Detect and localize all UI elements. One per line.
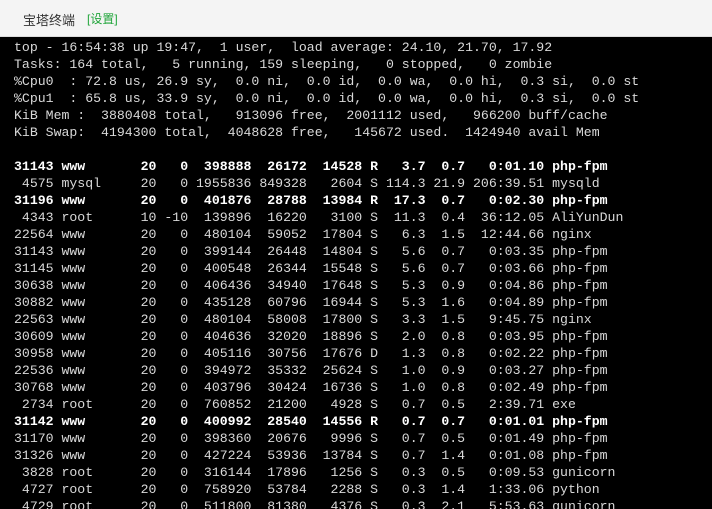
process-row: 30768 www 20 0 403796 30424 16736 S 1.0 … bbox=[14, 380, 608, 395]
terminal-output[interactable]: top - 16:54:38 up 19:47, 1 user, load av… bbox=[0, 37, 712, 509]
process-row: 4729 root 20 0 511800 81380 4376 S 0.3 2… bbox=[14, 499, 616, 509]
process-row: 30609 www 20 0 404636 32020 18896 S 2.0 … bbox=[14, 329, 608, 344]
process-row: 31142 www 20 0 400992 28540 14556 R 0.7 … bbox=[14, 414, 608, 429]
process-row: 30958 www 20 0 405116 30756 17676 D 1.3 … bbox=[14, 346, 608, 361]
terminal-titlebar: 宝塔终端 [设置] bbox=[0, 0, 712, 37]
process-row: 31170 www 20 0 398360 20676 9996 S 0.7 0… bbox=[14, 431, 608, 446]
process-row: 31196 www 20 0 401876 28788 13984 R 17.3… bbox=[14, 193, 608, 208]
process-row: 2734 root 20 0 760852 21200 4928 S 0.7 0… bbox=[14, 397, 576, 412]
process-row: 22563 www 20 0 480104 58008 17800 S 3.3 … bbox=[14, 312, 592, 327]
process-row: 4343 root 10 -10 139896 16220 3100 S 11.… bbox=[14, 210, 624, 225]
window-title: 宝塔终端 bbox=[23, 13, 76, 28]
process-row: 4727 root 20 0 758920 53784 2288 S 0.3 1… bbox=[14, 482, 600, 497]
settings-link[interactable]: [设置] bbox=[87, 10, 118, 27]
process-row: 31145 www 20 0 400548 26344 15548 S 5.6 … bbox=[14, 261, 608, 276]
process-row: 22564 www 20 0 480104 59052 17804 S 6.3 … bbox=[14, 227, 592, 242]
top-summary-line: Tasks: 164 total, 5 running, 159 sleepin… bbox=[14, 57, 553, 72]
top-summary-line: KiB Mem : 3880408 total, 913096 free, 20… bbox=[14, 108, 608, 123]
top-summary-line: %Cpu0 : 72.8 us, 26.9 sy, 0.0 ni, 0.0 id… bbox=[14, 74, 640, 89]
process-row: 31326 www 20 0 427224 53936 13784 S 0.7 … bbox=[14, 448, 608, 463]
process-row: 30638 www 20 0 406436 34940 17648 S 5.3 … bbox=[14, 278, 608, 293]
process-row: 31143 www 20 0 399144 26448 14804 S 5.6 … bbox=[14, 244, 608, 259]
process-row: 31143 www 20 0 398888 26172 14528 R 3.7 … bbox=[14, 159, 608, 174]
top-summary-line: %Cpu1 : 65.8 us, 33.9 sy, 0.0 ni, 0.0 id… bbox=[14, 91, 640, 106]
process-row: 4575 mysql 20 0 1955836 849328 2604 S 11… bbox=[14, 176, 600, 191]
process-row: 22536 www 20 0 394972 35332 25624 S 1.0 … bbox=[14, 363, 608, 378]
process-row: 30882 www 20 0 435128 60796 16944 S 5.3 … bbox=[14, 295, 608, 310]
top-summary-line: KiB Swap: 4194300 total, 4048628 free, 1… bbox=[14, 125, 600, 140]
top-summary-line: top - 16:54:38 up 19:47, 1 user, load av… bbox=[14, 40, 553, 55]
process-row: 3828 root 20 0 316144 17896 1256 S 0.3 0… bbox=[14, 465, 616, 480]
